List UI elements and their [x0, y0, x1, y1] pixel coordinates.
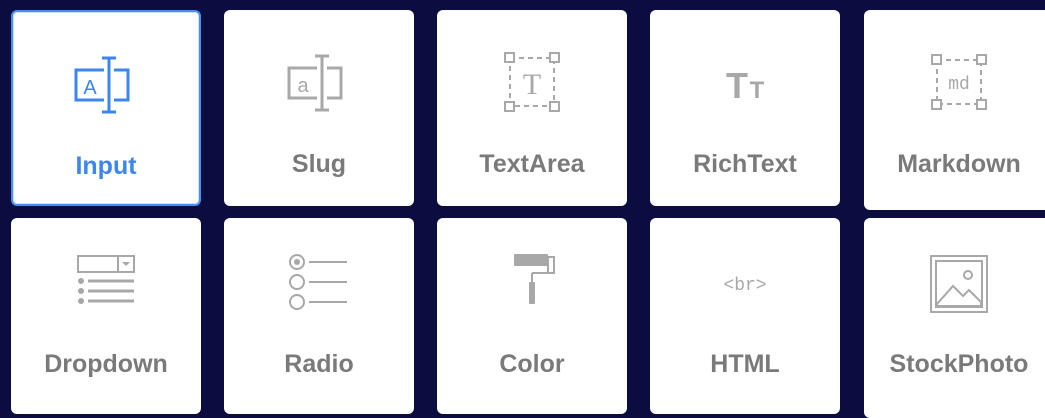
field-label: Input — [75, 152, 137, 180]
image-icon — [923, 248, 995, 320]
textarea-icon: T — [496, 48, 568, 120]
paint-roller-icon — [496, 248, 568, 320]
field-tile-markdown[interactable]: md Markdown — [864, 10, 1045, 210]
field-label: StockPhoto — [889, 350, 1029, 378]
field-tile-html[interactable]: <br> HTML — [650, 218, 840, 414]
html-tag-icon: <br> — [709, 248, 781, 320]
field-tile-slug[interactable]: a Slug — [224, 10, 414, 206]
slug-icon: a — [283, 48, 355, 120]
field-label: Markdown — [897, 150, 1021, 178]
richtext-icon: T T — [709, 48, 781, 120]
field-tile-dropdown[interactable]: Dropdown — [11, 218, 201, 414]
field-tile-textarea[interactable]: T TextArea — [437, 10, 627, 206]
markdown-icon-glyph: md — [948, 75, 970, 95]
field-label: TextArea — [479, 150, 585, 178]
slug-icon-glyph: a — [297, 75, 309, 97]
input-icon: A — [70, 50, 142, 122]
field-type-grid: A Input a Slug T TextArea T T RichText m… — [0, 0, 1045, 418]
radio-icon — [283, 248, 355, 320]
field-label: Radio — [284, 350, 354, 378]
field-label: Slug — [291, 150, 347, 178]
field-tile-richtext[interactable]: T T RichText — [650, 10, 840, 206]
richtext-icon-glyph-large: T — [726, 65, 748, 106]
field-tile-stockphoto[interactable]: StockPhoto — [864, 218, 1045, 418]
field-label: Color — [499, 350, 565, 378]
html-icon-glyph: <br> — [723, 276, 766, 296]
field-label: RichText — [693, 150, 797, 178]
textarea-icon-glyph: T — [523, 68, 541, 101]
richtext-icon-glyph-small: T — [750, 77, 765, 104]
input-icon-glyph: A — [83, 77, 97, 99]
field-tile-radio[interactable]: Radio — [224, 218, 414, 414]
field-tile-color[interactable]: Color — [437, 218, 627, 414]
field-label: Dropdown — [44, 350, 168, 378]
dropdown-icon — [70, 248, 142, 320]
markdown-icon: md — [923, 48, 995, 120]
field-tile-input[interactable]: A Input — [11, 10, 201, 206]
field-label: HTML — [710, 350, 780, 378]
